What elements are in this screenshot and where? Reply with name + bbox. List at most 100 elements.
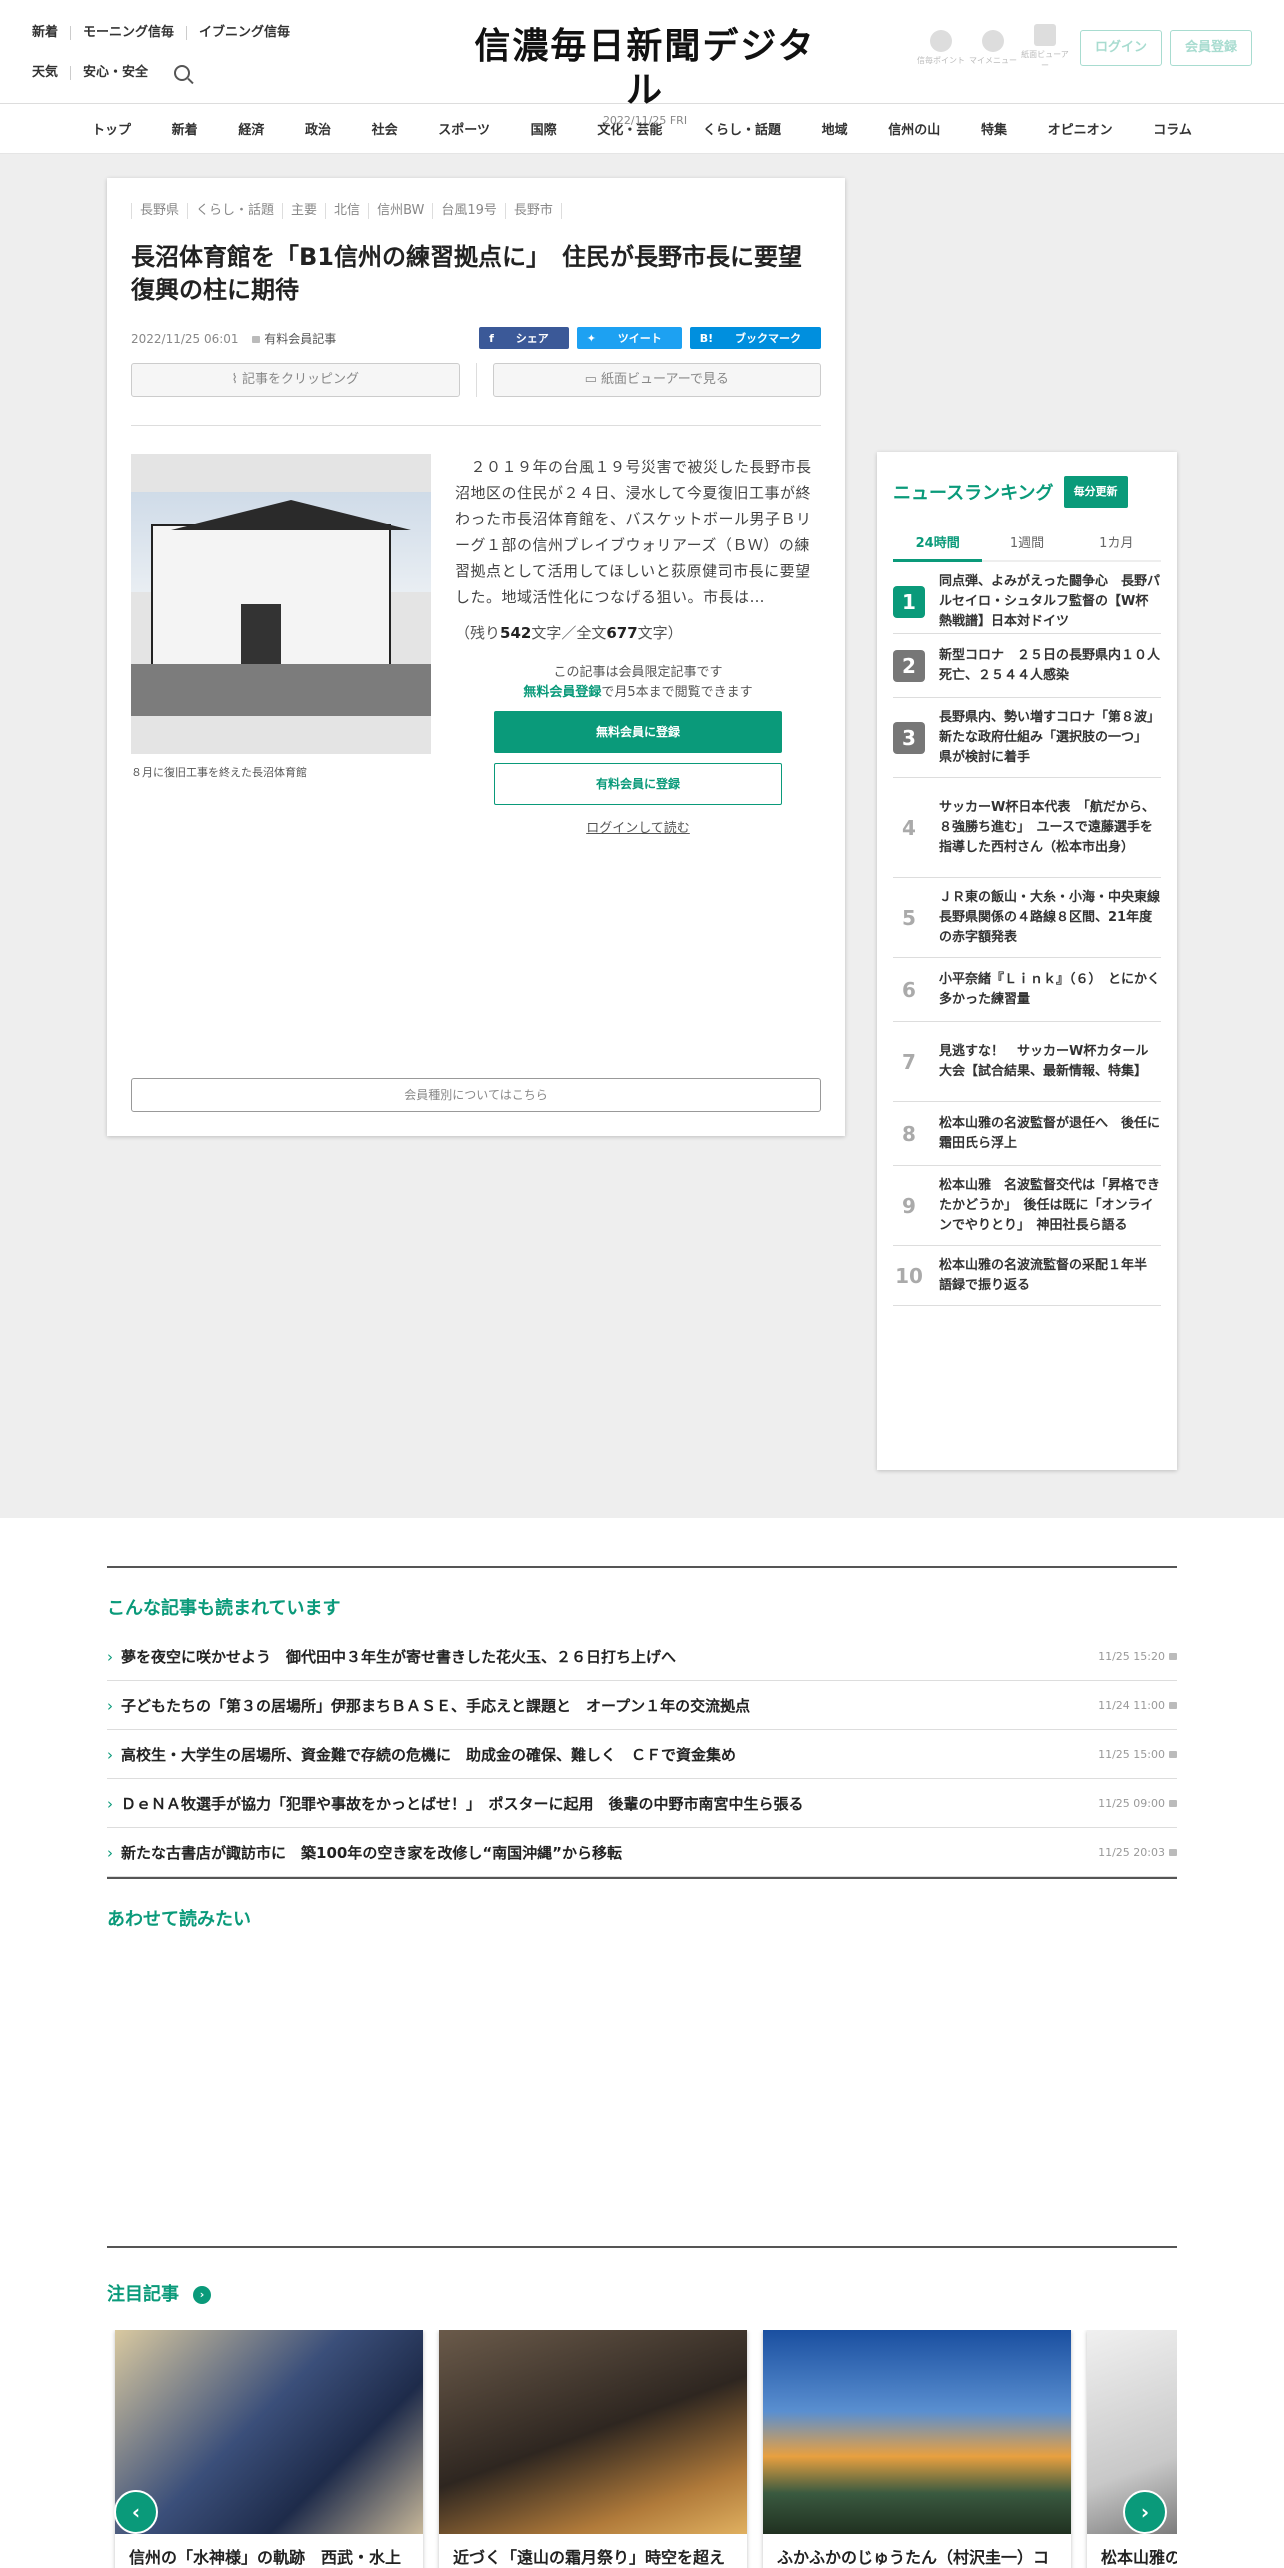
article-tag[interactable]: くらし・話題	[187, 203, 282, 219]
lock-icon	[1169, 1799, 1177, 1807]
paid-member-button[interactable]: 有料会員に登録	[494, 763, 782, 805]
chevron-right-icon: ›	[107, 1745, 113, 1764]
ranking-item[interactable]: 10 松本山雅の名波流監督の采配１年半 語録で振り返る	[893, 1246, 1161, 1306]
nav-item[interactable]: 地域	[822, 119, 848, 138]
list-item[interactable]: › 夢を夜空に咲かせよう 御代田中３年生が寄せ書きした花火玉、２６日打ち上げへ 11…	[107, 1632, 1177, 1681]
featured-card[interactable]: 信州の「水神様」の軌跡 西武・水上	[115, 2330, 423, 2568]
tab-24h[interactable]: 24時間	[893, 524, 983, 562]
list-item[interactable]: › 新たな古書店が諏訪市に 築100年の空き家を改修し“南国沖縄”から移転 11/2…	[107, 1828, 1177, 1877]
nav-item[interactable]: 社会	[372, 119, 398, 138]
twitter-share-button[interactable]: ✦ ツイート	[576, 327, 682, 349]
ranking-number: 4	[902, 815, 916, 840]
ranking-item[interactable]: 5 ＪＲ東の飯山・大糸・小海・中央東線 長野県関係の４路線８区間、21年度の赤字額…	[893, 878, 1173, 958]
link-morning[interactable]: モーニング信毎	[70, 26, 186, 40]
article-tag[interactable]: 長野県	[131, 203, 187, 219]
ranking-item[interactable]: 7 見逃すな！ サッカーW杯カタール大会【試合結果、最新情報、特集】	[893, 1022, 1161, 1102]
lock-icon	[1169, 1848, 1177, 1856]
photo-caption: ８月に復旧工事を終えた長沼体育館	[131, 766, 307, 779]
nav-item[interactable]: 信州の山	[888, 119, 940, 138]
nav-item[interactable]: 政治	[305, 119, 331, 138]
ranking-item[interactable]: 2 新型コロナ ２５日の長野県内１０人死亡、２５４４人感染	[893, 634, 1161, 698]
ranking-number: 9	[902, 1193, 916, 1218]
user-icon[interactable]: マイメニュー	[968, 29, 1018, 66]
article-tag[interactable]: 長野市	[504, 203, 562, 219]
link-weather[interactable]: 天気	[32, 66, 70, 80]
article-tag[interactable]: 信州BW	[368, 203, 432, 219]
header-actions: 信毎ポイント マイメニュー 紙面ビューアー ログイン 会員登録	[916, 24, 1252, 71]
article-tag[interactable]: 台風19号	[432, 203, 505, 219]
featured-carousel: 信州の「水神様」の軌跡 西武・水上 近づく「遠山の霜月祭り」時空を超え ふかふか…	[107, 2330, 1177, 2568]
lock-icon	[1169, 1652, 1177, 1660]
ranking-number: 8	[902, 1121, 916, 1146]
ranking-headline: 松本山雅 名波監督交代は「昇格できたかどうか」 後任は既に「オンラインでやりとり…	[939, 1177, 1161, 1233]
viewer-icon[interactable]: 紙面ビューアー	[1020, 24, 1070, 71]
timestamp: 11/25 15:20	[1098, 1649, 1165, 1663]
timestamp: 11/25 15:00	[1098, 1747, 1165, 1761]
list-item[interactable]: › ＤｅＮＡ牧選手が協力「犯罪や事故をかっとばせ！」 ポスターに起用 後輩の中野市…	[107, 1779, 1177, 1828]
article-photo[interactable]	[131, 454, 431, 754]
article-meta: 2022/11/25 06:01 有料会員記事 f シェア ✦ ツイート B! …	[131, 327, 821, 349]
timestamp: 11/25 20:03	[1098, 1845, 1165, 1859]
ranking-number: 2	[893, 649, 925, 682]
search-icon[interactable]	[174, 65, 191, 81]
nav-item[interactable]: 特集	[981, 119, 1007, 138]
featured-image	[115, 2330, 423, 2534]
nav-item[interactable]: 新着	[172, 119, 198, 138]
ranking-tabs: 24時間 1週間 1カ月	[893, 524, 1161, 562]
register-button[interactable]: 会員登録	[1169, 29, 1252, 66]
chevron-right-icon: ›	[107, 1843, 113, 1862]
also-read-list: › 夢を夜空に咲かせよう 御代田中３年生が寄せ書きした花火玉、２６日打ち上げへ 11…	[107, 1632, 1177, 1877]
featured-title[interactable]: 注目記事 ›	[107, 2280, 1177, 2306]
login-button[interactable]: ログイン	[1079, 29, 1162, 66]
nav-item[interactable]: 経済	[238, 119, 264, 138]
ranking-item[interactable]: 3 長野県内、勢い増すコロナ「第８波」 新たな政府仕組み「選択肢の一つ」 県が検討…	[893, 698, 1167, 778]
tab-1week[interactable]: 1週間	[982, 524, 1072, 562]
list-item[interactable]: › 高校生・大学生の居場所、資金難で存続の危機に 助成金の確保、難しく ＣＦで資金…	[107, 1730, 1177, 1779]
nav-item[interactable]: オピニオン	[1048, 119, 1113, 138]
article-card: 長野県 くらし・話題 主要 北信 信州BW 台風19号 長野市 長沼体育館を「B1信州の練習…	[107, 178, 845, 1136]
featured-card[interactable]: 松本山雅の	[1087, 2330, 1177, 2568]
clip-button[interactable]: ⌇ 記事をクリッピング	[131, 363, 460, 397]
hatena-bookmark-button[interactable]: B! ブックマーク	[689, 327, 821, 349]
also-read-section: こんな記事も読まれています › 夢を夜空に咲かせよう 御代田中３年生が寄せ書きした…	[107, 1566, 1177, 1931]
featured-card[interactable]: 近づく「遠山の霜月祭り」時空を超え	[439, 2330, 747, 2568]
link-new[interactable]: 新着	[32, 26, 70, 40]
carousel-next-button[interactable]: ›	[1123, 2490, 1167, 2534]
article-title: 長沼体育館を「B1信州の練習拠点に」 住民が長野市長に要望 復興の柱に期待	[131, 243, 802, 304]
nav-item[interactable]: トップ	[92, 119, 131, 138]
points-icon[interactable]: 信毎ポイント	[916, 29, 966, 66]
ranking-item[interactable]: 4 サッカーW杯日本代表 「航だから、８強勝ち進む」 ユースで遠藤選手を指導した西…	[893, 778, 1161, 878]
featured-image	[763, 2330, 1071, 2534]
remaining-chars: （残り542文字／全文677文字）	[455, 624, 683, 642]
member-notice: この記事は会員限定記事です 無料会員登録で月5本まで閲覧できます	[523, 665, 753, 700]
link-evening[interactable]: イブニング信毎	[186, 26, 302, 40]
paid-label: 有料会員記事	[248, 332, 336, 346]
ranking-headline: 見逃すな！ サッカーW杯カタール大会【試合結果、最新情報、特集】	[939, 1043, 1149, 1079]
free-register-link[interactable]: 無料会員登録	[523, 685, 601, 700]
list-item[interactable]: › 子どもたちの「第３の居場所」伊那まちＢＡＳＥ、手応えと課題と オープン１年の交…	[107, 1681, 1177, 1730]
site-logo[interactable]: 信濃毎日新聞デジタル 2022/11/25 FRI	[470, 24, 820, 127]
ranking-item[interactable]: 9 松本山雅 名波監督交代は「昇格できたかどうか」 後任は既に「オンラインでやりと…	[893, 1166, 1161, 1246]
ranking-headline: 新型コロナ ２５日の長野県内１０人死亡、２５４４人感染	[939, 647, 1161, 683]
tab-1month[interactable]: 1カ月	[1071, 524, 1161, 562]
featured-card[interactable]: ふかふかのじゅうたん（村沢圭一）コ	[763, 2330, 1071, 2568]
ranking-number: 7	[902, 1049, 916, 1074]
article-tag[interactable]: 主要	[282, 203, 325, 219]
chevron-right-icon: ›	[107, 1696, 113, 1715]
facebook-share-button[interactable]: f シェア	[479, 327, 569, 349]
article-tag[interactable]: 北信	[325, 203, 368, 219]
carousel-prev-button[interactable]: ‹	[114, 2490, 158, 2534]
ranking-item[interactable]: 1 同点弾、よみがえった闘争心 長野パルセイロ・シュタルフ監督の【W杯熱戦譜】日本…	[893, 570, 1161, 634]
viewer-button[interactable]: ▭ 紙面ビューアーで見る	[492, 363, 821, 397]
headline: 子どもたちの「第３の居場所」伊那まちＢＡＳＥ、手応えと課題と オープン１年の交流…	[121, 1696, 751, 1715]
ranking-item[interactable]: 6 小平奈緒『Ｌｉｎｋ』（６） とにかく多かった練習量	[893, 958, 1161, 1022]
free-member-button[interactable]: 無料会員に登録	[494, 711, 782, 753]
ranking-item[interactable]: 8 松本山雅の名波監督が退任へ 後任に霜田氏ら浮上	[893, 1102, 1161, 1166]
nav-item[interactable]: コラム	[1153, 119, 1192, 138]
login-to-read-link[interactable]: ログインして読む	[455, 817, 821, 836]
membership-types-button[interactable]: 会員種別についてはこちら	[131, 1078, 821, 1112]
link-safety[interactable]: 安心・安全	[70, 66, 160, 80]
ranking-headline: 同点弾、よみがえった闘争心 長野パルセイロ・シュタルフ監督の【W杯熱戦譜】日本対…	[939, 573, 1161, 629]
headline: 夢を夜空に咲かせよう 御代田中３年生が寄せ書きした花火玉、２６日打ち上げへ	[121, 1647, 677, 1666]
share-buttons: f シェア ✦ ツイート B! ブックマーク	[471, 327, 821, 349]
